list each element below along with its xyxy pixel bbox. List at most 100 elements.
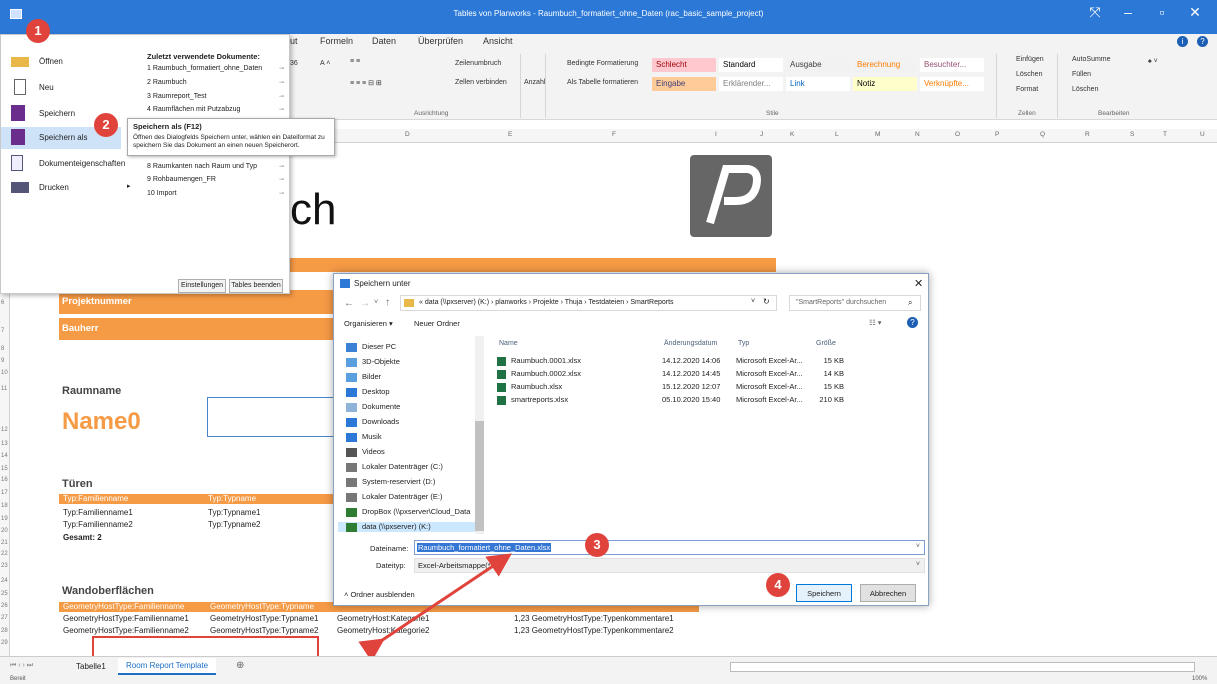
row-header[interactable]: 17 xyxy=(1,490,8,496)
format-as-table-button[interactable]: Als Tabelle formatieren xyxy=(567,79,638,86)
nav-item[interactable]: System-reserviert (D:) xyxy=(346,477,435,487)
cancel-button[interactable]: Abbrechen xyxy=(860,584,916,602)
format-cells-button[interactable]: Format xyxy=(1016,86,1038,93)
pin-icon[interactable]: ⊸ xyxy=(279,93,284,100)
menu-properties[interactable]: Dokumenteigenschaften xyxy=(1,153,125,175)
sheet-tab-room-report[interactable]: Room Report Template xyxy=(118,658,217,675)
address-bar[interactable]: « data (\\pxserver) (K:) › planworks › P… xyxy=(400,295,777,311)
nav-item[interactable]: Dieser PC xyxy=(346,342,396,352)
chevron-down-icon[interactable]: ˅ xyxy=(751,298,755,305)
nav-item[interactable]: Lokaler Datenträger (E:) xyxy=(346,492,442,502)
pin-icon[interactable]: ⊸ xyxy=(279,176,284,183)
row-header[interactable]: 29 xyxy=(1,640,8,646)
nav-item[interactable]: Musik xyxy=(346,432,382,442)
horizontal-scrollbar[interactable] xyxy=(730,662,1195,672)
hide-folders-toggle[interactable]: ˄ Ordner ausblenden xyxy=(344,590,415,599)
tab-formulas[interactable]: Formeln xyxy=(320,36,353,46)
row-header[interactable]: 10 xyxy=(1,370,8,376)
cell-style-4[interactable]: Besuchter... xyxy=(920,58,984,72)
row-header[interactable]: 6 xyxy=(1,300,4,306)
row-header[interactable]: 25 xyxy=(1,591,8,597)
row-header[interactable]: 19 xyxy=(1,516,8,522)
sheet-tab-tabelle1[interactable]: Tabelle1 xyxy=(76,662,106,671)
save-button[interactable]: Speichern xyxy=(796,584,852,602)
tab-review[interactable]: Überprüfen xyxy=(418,36,463,46)
file-row[interactable]: Raumbuch.0001.xlsx 14.12.2020 14:06 Micros… xyxy=(497,356,844,368)
column-header[interactable]: Q xyxy=(1040,131,1045,138)
row-header[interactable]: 18 xyxy=(1,503,8,509)
exit-button[interactable]: Tables beenden xyxy=(229,279,283,293)
search-box[interactable]: "SmartReports" durchsuchen ⌕ xyxy=(789,295,921,311)
column-header[interactable]: M xyxy=(875,131,880,138)
nav-item[interactable]: DropBox (\\pxserver\Cloud_Data xyxy=(346,507,470,517)
maximize-button[interactable]: ▫ xyxy=(1147,4,1177,20)
nav-item[interactable]: Lokaler Datenträger (C:) xyxy=(346,462,443,472)
col-type[interactable]: Typ xyxy=(738,340,749,347)
row-header[interactable]: 20 xyxy=(1,528,8,534)
column-header[interactable]: N xyxy=(915,131,920,138)
view-options-icon[interactable]: ☷ ▾ xyxy=(869,318,882,327)
info-icon[interactable]: i xyxy=(1177,36,1188,47)
back-icon[interactable]: ← xyxy=(344,298,354,309)
row-header[interactable]: 28 xyxy=(1,628,8,634)
cell-style-8[interactable]: Notiz xyxy=(853,77,917,91)
row-header[interactable]: 12 xyxy=(1,427,8,433)
font-size-box[interactable]: 36 xyxy=(290,60,298,67)
cell-style-3[interactable]: Berechnung xyxy=(853,58,917,72)
align-top-icon[interactable]: ≡ ≡ xyxy=(350,58,360,65)
dialog-close-icon[interactable]: ✕ xyxy=(914,277,923,290)
tab-layout[interactable]: ut xyxy=(290,36,298,46)
pin-icon[interactable]: ⊸ xyxy=(279,65,284,72)
refresh-icon[interactable]: ↻ xyxy=(763,297,770,306)
nav-item[interactable]: Desktop xyxy=(346,387,390,397)
expand-icon[interactable]: ⤧ xyxy=(1080,4,1110,21)
col-size[interactable]: Größe xyxy=(816,340,836,347)
recent-item[interactable]: 8 Raumkanten nach Raum und Typ xyxy=(147,163,257,170)
row-header[interactable]: 22 xyxy=(1,551,8,557)
sheet-nav-icon[interactable]: ⏮ ‹ › ⏭ xyxy=(10,662,33,670)
cell-style-0[interactable]: Schlecht xyxy=(652,58,716,72)
column-header[interactable]: E xyxy=(508,131,512,138)
wrap-text-button[interactable]: Zeilenumbruch xyxy=(455,60,501,67)
column-header[interactable]: T xyxy=(1163,131,1167,138)
recent-item[interactable]: 1 Raumbuch_formatiert_ohne_Daten xyxy=(147,65,262,72)
find-icon[interactable]: ♠ ˅ xyxy=(1148,58,1158,65)
file-row[interactable]: Raumbuch.0002.xlsx 14.12.2020 14:45 Micros… xyxy=(497,369,844,381)
nav-item[interactable]: Videos xyxy=(346,447,385,457)
row-header[interactable]: 11 xyxy=(1,386,7,392)
add-sheet-icon[interactable]: ⊕ xyxy=(236,660,244,671)
help-icon[interactable]: ? xyxy=(907,317,918,328)
pin-icon[interactable]: ⊸ xyxy=(279,79,284,86)
cell-style-5[interactable]: Eingabe xyxy=(652,77,716,91)
nav-scroll-thumb[interactable] xyxy=(475,421,484,531)
row-header[interactable]: 26 xyxy=(1,603,8,609)
breadcrumb[interactable]: « data (\\pxserver) (K:) › planworks › P… xyxy=(419,299,674,306)
font-grow-icon[interactable]: A ˄ xyxy=(320,60,330,67)
chevron-down-icon[interactable]: ˅ xyxy=(916,561,920,568)
help-icon[interactable]: ? xyxy=(1197,36,1208,47)
nav-item[interactable]: data (\\pxserver) (K:) xyxy=(338,522,476,532)
delete-cells-button[interactable]: Löschen xyxy=(1016,71,1042,78)
recent-item[interactable]: 10 Import xyxy=(147,190,177,197)
column-header[interactable]: U xyxy=(1200,131,1205,138)
column-header[interactable]: R xyxy=(1085,131,1090,138)
nav-item[interactable]: Bilder xyxy=(346,372,381,382)
menu-open[interactable]: Öffnen xyxy=(1,51,121,73)
insert-cells-button[interactable]: Einfügen xyxy=(1016,56,1044,63)
recent-item[interactable]: 2 Raumbuch xyxy=(147,79,187,86)
column-header[interactable]: K xyxy=(790,131,794,138)
nav-scrollbar[interactable] xyxy=(475,336,484,534)
align-left-icon[interactable]: ≡ ≡ ≡ ⊟ ⊞ xyxy=(350,79,382,87)
tab-view[interactable]: Ansicht xyxy=(483,36,513,46)
organize-button[interactable]: Organisieren ▾ xyxy=(344,319,393,328)
row-header[interactable]: 21 xyxy=(1,540,8,546)
nav-item[interactable]: Dokumente xyxy=(346,402,400,412)
column-header[interactable]: L xyxy=(835,131,839,138)
cell-style-7[interactable]: Link xyxy=(786,77,850,91)
cell-style-9[interactable]: Verknüpfte... xyxy=(920,77,984,91)
file-row[interactable]: Raumbuch.xlsx 15.12.2020 12:07 Microsoft E… xyxy=(497,382,844,394)
row-header[interactable]: 24 xyxy=(1,578,8,584)
merge-cells-button[interactable]: Zellen verbinden xyxy=(455,79,507,86)
row-header[interactable]: 16 xyxy=(1,477,8,483)
menu-new[interactable]: Neu xyxy=(1,77,121,99)
